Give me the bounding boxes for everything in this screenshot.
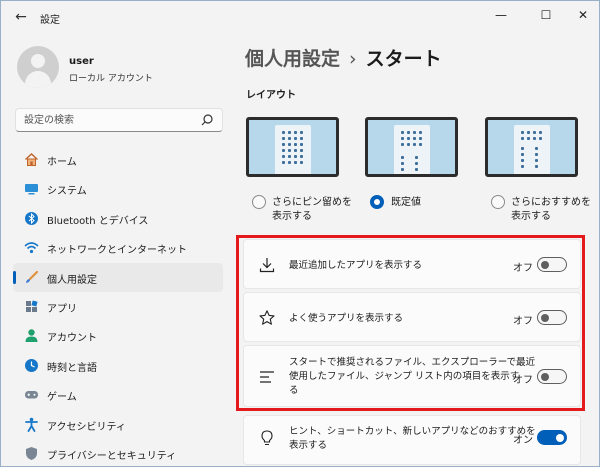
sidebar-item-accounts[interactable]: アカウント <box>13 321 223 350</box>
sidebar-item-label: アカウント <box>47 333 97 345</box>
sidebar-item-label: プライバシーとセキュリティ <box>47 450 177 462</box>
page-title: スタート <box>365 48 442 70</box>
accessibility-icon <box>25 417 38 432</box>
window-title: 設定 <box>40 15 60 26</box>
sidebar-item-system[interactable]: システム <box>13 174 223 203</box>
breadcrumb-parent[interactable]: 個人用設定 <box>245 48 340 70</box>
setting-recommended-files: スタートで推奨されるファイル、エクスプローラーで最近 使用したファイル、ジャンプ… <box>243 345 581 407</box>
gaming-icon <box>25 391 38 399</box>
setting-label: 最近追加したアプリを表示する <box>289 260 423 271</box>
tips-shortcuts-toggle[interactable] <box>537 430 567 445</box>
toggle-state-text: オフ <box>513 375 533 386</box>
layout-preview-more-recommendations[interactable] <box>485 117 578 177</box>
start-panel-preview <box>514 125 550 174</box>
sidebar-item-privacy[interactable]: プライバシーとセキュリティ <box>13 439 223 467</box>
sidebar-item-label: アクセシビリティ <box>47 421 126 433</box>
sidebar-item-label: ホーム <box>47 157 77 168</box>
start-panel-preview <box>394 125 430 174</box>
layout-option-label: 表示する <box>272 211 312 222</box>
setting-label: スタートで推奨されるファイル、エクスプローラーで最近 <box>289 357 536 368</box>
sidebar-nav: ホーム システム Bluetooth とデバイス ネットワークとインターネット … <box>13 145 223 467</box>
account-type: ローカル アカウント <box>69 74 153 84</box>
user-name: user <box>69 56 94 67</box>
sidebar-item-label: 時刻と言語 <box>47 362 97 374</box>
most-used-apps-toggle[interactable] <box>537 310 567 325</box>
system-icon <box>25 184 38 195</box>
toggle-state-text: オフ <box>513 263 533 274</box>
setting-label: よく使うアプリを表示する <box>289 313 404 324</box>
sidebar-item-gaming[interactable]: ゲーム <box>13 380 223 409</box>
sidebar-item-personalization[interactable]: 個人用設定 <box>13 262 223 292</box>
layout-section-label: レイアウト <box>246 90 296 101</box>
layout-option-label: さらにおすすめを <box>511 197 591 208</box>
maximize-button[interactable]: ☐ <box>535 6 557 24</box>
layout-radio-more-pins[interactable] <box>252 195 266 209</box>
account-icon <box>25 329 38 343</box>
minimize-button[interactable]: — <box>490 6 512 24</box>
sidebar-item-label: システム <box>47 186 87 198</box>
layout-option-label: さらにピン留めを <box>272 197 352 208</box>
sidebar-item-label: ゲーム <box>47 392 77 404</box>
recently-added-apps-toggle[interactable] <box>537 257 567 272</box>
sidebar-item-time-language[interactable]: 時刻と言語 <box>13 351 223 380</box>
toggle-state-text: オフ <box>513 316 533 327</box>
bluetooth-icon <box>25 211 38 225</box>
sidebar-item-bluetooth[interactable]: Bluetooth とデバイス <box>13 204 223 233</box>
close-button[interactable]: ✕ <box>572 6 594 24</box>
apps-icon <box>26 300 38 312</box>
layout-option-label: 表示する <box>511 211 551 222</box>
sidebar-item-network[interactable]: ネットワークとインターネット <box>13 233 223 262</box>
recommended-files-toggle[interactable] <box>537 369 567 384</box>
sidebar-item-label: Bluetooth とデバイス <box>47 215 149 227</box>
setting-label: ヒント、ショートカット、新しいアプリなどのおすすめを <box>289 426 536 437</box>
toggle-state-text: オン <box>513 435 533 446</box>
setting-tips-shortcuts: ヒント、ショートカット、新しいアプリなどのおすすめを 表示する オン <box>243 415 581 465</box>
search-input[interactable] <box>24 113 194 128</box>
time-language-icon <box>25 358 38 372</box>
network-icon <box>24 242 39 254</box>
sidebar-item-label: アプリ <box>47 303 77 315</box>
search-icon[interactable] <box>200 113 214 127</box>
back-button[interactable]: ← <box>12 9 30 25</box>
list-icon <box>260 371 274 383</box>
layout-preview-default[interactable] <box>365 117 458 177</box>
setting-label: る <box>289 385 299 396</box>
sidebar-item-apps[interactable]: アプリ <box>13 292 223 321</box>
sidebar-item-accessibility[interactable]: アクセシビリティ <box>13 410 223 439</box>
layout-radio-more-recommendations[interactable] <box>491 195 505 209</box>
setting-most-used-apps: よく使うアプリを表示する オフ <box>243 292 581 342</box>
breadcrumb: 個人用設定 › スタート <box>245 44 442 71</box>
personalization-brush-icon <box>26 270 39 283</box>
breadcrumb-separator: › <box>349 48 357 70</box>
settings-search-box[interactable] <box>15 108 223 132</box>
privacy-shield-icon <box>26 446 37 460</box>
home-icon <box>25 153 38 166</box>
layout-option-label: 既定値 <box>391 197 421 208</box>
sidebar-item-label: 個人用設定 <box>47 274 97 286</box>
title-bar: ← 設定 — ☐ ✕ <box>0 0 600 34</box>
layout-radio-default[interactable] <box>370 195 384 209</box>
download-icon <box>259 258 275 273</box>
sidebar-item-home[interactable]: ホーム <box>13 145 223 174</box>
avatar <box>17 46 59 88</box>
layout-preview-more-pins[interactable] <box>246 117 339 177</box>
start-panel-preview <box>275 125 311 174</box>
lightbulb-icon <box>261 430 273 446</box>
sidebar-item-label: ネットワークとインターネット <box>47 245 187 257</box>
setting-recently-added-apps: 最近追加したアプリを表示する オフ <box>243 239 581 289</box>
setting-label: 使用したファイル、ジャンプ リスト内の項目を表示す <box>289 371 520 382</box>
star-icon <box>259 310 275 325</box>
setting-label: 表示する <box>289 440 328 451</box>
